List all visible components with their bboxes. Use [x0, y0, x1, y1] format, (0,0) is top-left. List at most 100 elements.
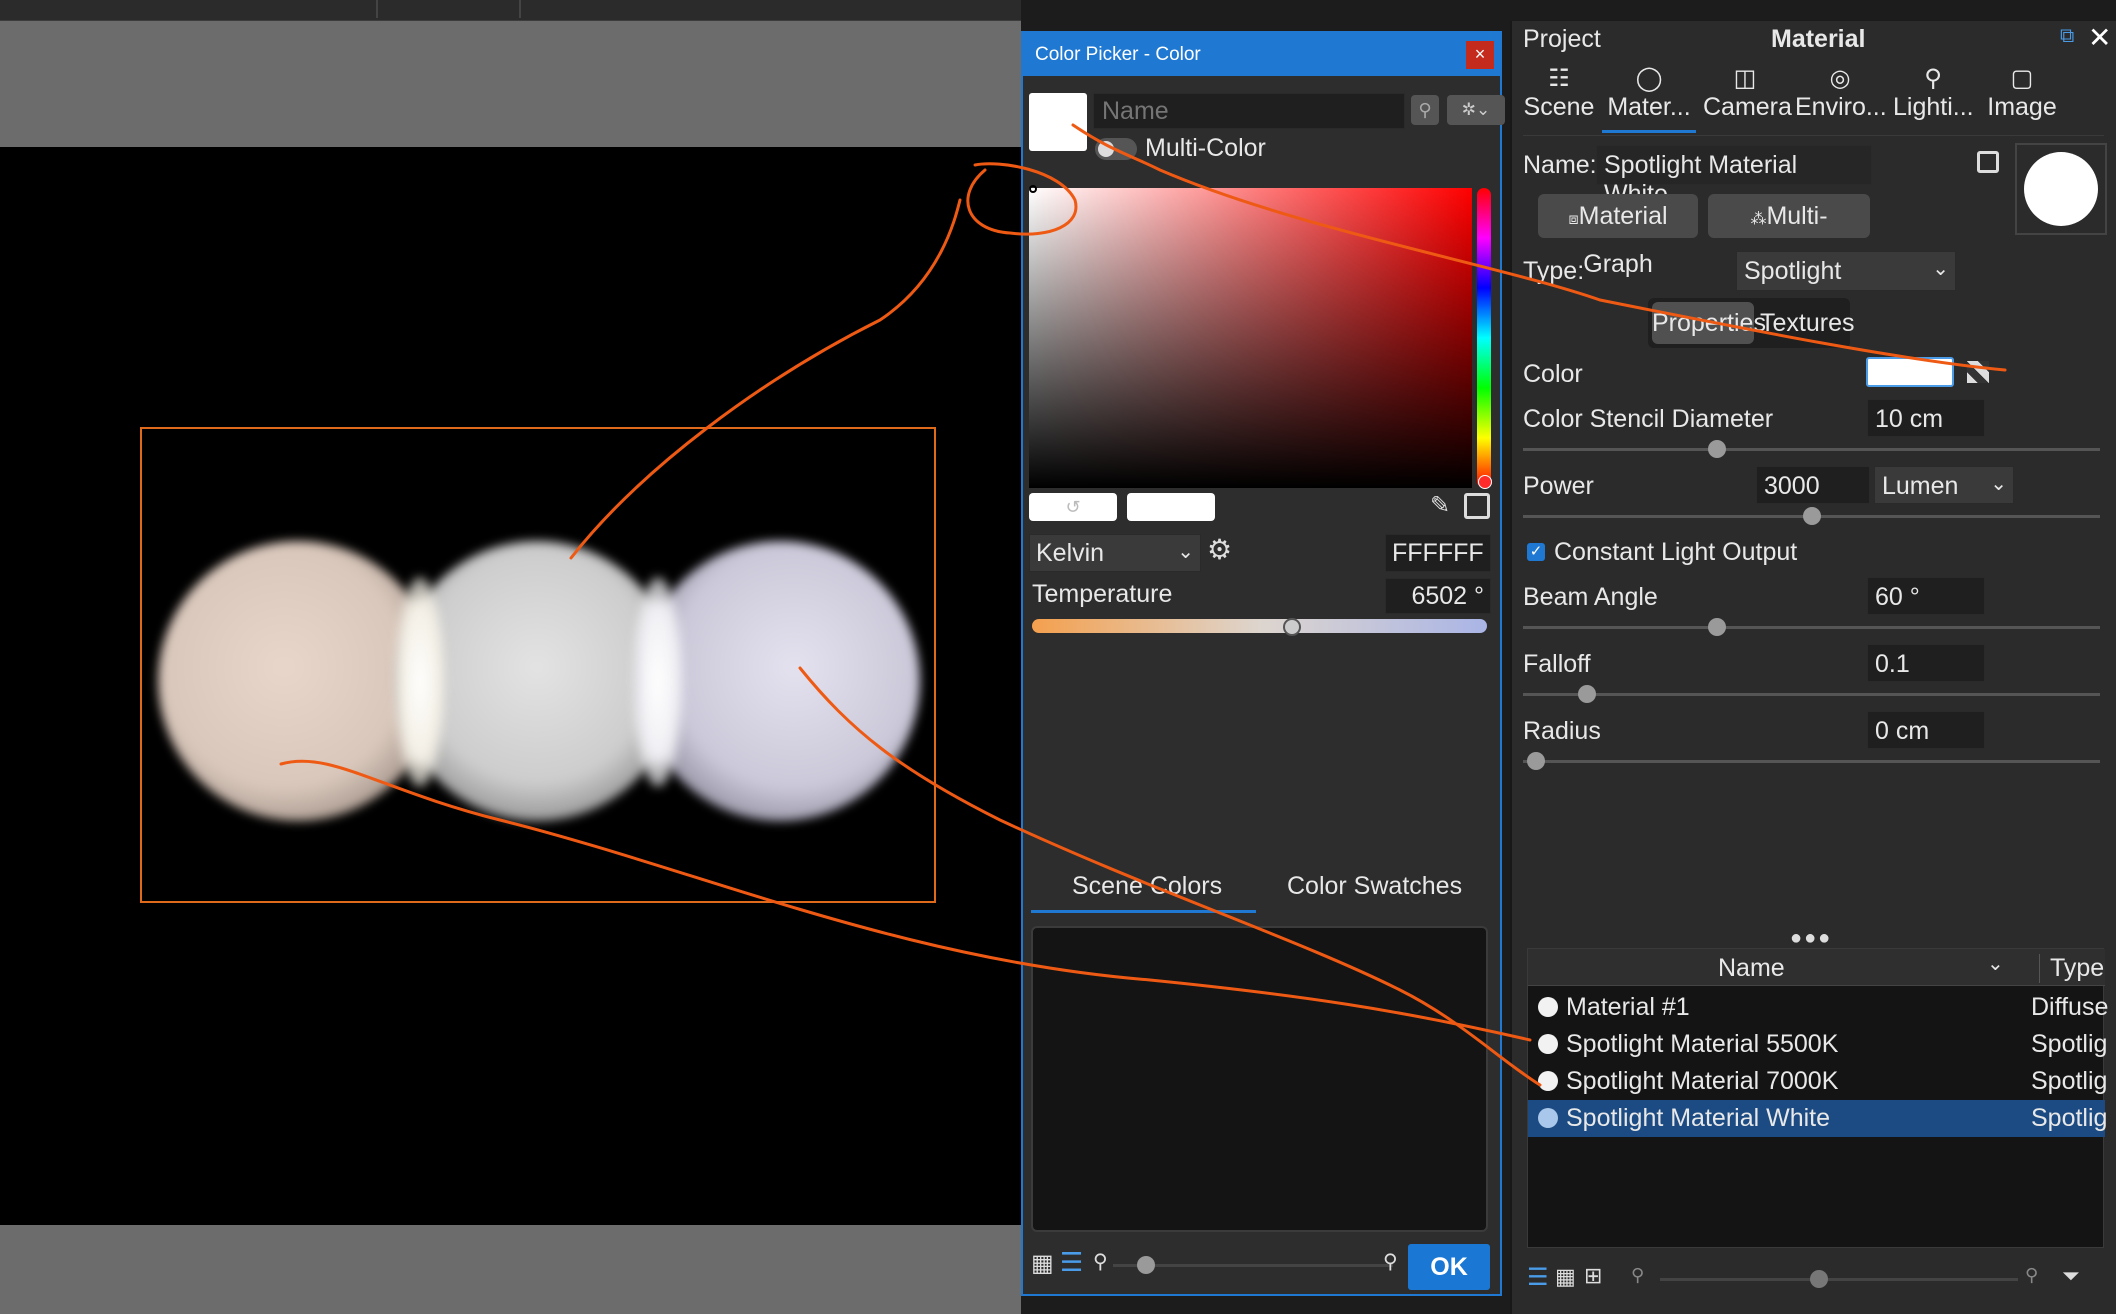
material-list[interactable]: Name ⌄ Type Material #1 Diffuse Spotligh…	[1527, 948, 2109, 1248]
gear-icon[interactable]: ⚙	[1207, 533, 1232, 566]
list-view-icon[interactable]: ☰	[1527, 1263, 1549, 1292]
tab-scene-colors[interactable]: Scene Colors	[1072, 872, 1222, 901]
falloff-input[interactable]: 0.1	[1867, 644, 1985, 682]
texture-icon[interactable]	[1967, 361, 1989, 383]
hex-input[interactable]: FFFFFF	[1385, 534, 1491, 572]
render-viewport[interactable]	[0, 21, 1021, 1314]
tab-scene[interactable]: ☷ Scene	[1523, 64, 1595, 122]
current-color-swatch[interactable]	[1029, 93, 1087, 151]
project-header: Project	[1523, 25, 1601, 53]
hue-slider-knob[interactable]	[1478, 475, 1492, 489]
tab-environment[interactable]: ◎ Enviro...	[1795, 64, 1887, 122]
stencil-diameter-input[interactable]: 10 cm	[1867, 399, 1985, 437]
thumbnail-size-slider[interactable]	[1113, 1264, 1393, 1267]
tab-material[interactable]: ◯ Mater...	[1602, 64, 1696, 122]
tab-label: Enviro...	[1795, 93, 1887, 121]
list-item-selected[interactable]: Spotlight Material White Spotlig	[1528, 1100, 2107, 1137]
color-name-input[interactable]	[1093, 93, 1405, 129]
beam-angle-slider[interactable]	[1523, 626, 2100, 629]
tab-image[interactable]: ▢ Image	[1983, 64, 2061, 122]
chevron-down-icon: ⌄	[1177, 541, 1194, 563]
beam-angle-input[interactable]: 60 °	[1867, 577, 1985, 615]
color-swatch-field[interactable]	[1866, 357, 1954, 387]
grid-view-icon[interactable]: ▦	[1031, 1249, 1054, 1278]
tab-color-swatches[interactable]: Color Swatches	[1287, 872, 1462, 901]
tab-textures[interactable]: Textures	[1760, 309, 1854, 338]
power-input[interactable]: 3000	[1756, 466, 1870, 504]
material-name: Spotlight Material 5500K	[1566, 1030, 1839, 1058]
material-name: Spotlight Material White	[1566, 1104, 1831, 1132]
falloff-slider-knob[interactable]	[1578, 685, 1596, 703]
saturation-value-area[interactable]	[1029, 188, 1472, 488]
zoom-in-icon[interactable]: ⚲	[1383, 1249, 1398, 1274]
constant-light-label: Constant Light Output	[1554, 538, 1798, 566]
camera-icon: ◫	[1733, 65, 1757, 92]
save-icon[interactable]	[1977, 151, 1999, 173]
zoom-in-icon[interactable]: ⚲	[2025, 1265, 2038, 1286]
type-label: Type:	[1523, 257, 1585, 285]
zoom-out-icon[interactable]: ⚲	[1093, 1249, 1108, 1274]
column-header-type[interactable]: Type	[2039, 954, 2104, 983]
stencil-diameter-slider[interactable]	[1523, 448, 2100, 451]
color-options-dropdown[interactable]: ✲⌄	[1447, 95, 1505, 125]
material-name-input[interactable]: Spotlight Material White	[1596, 145, 1872, 208]
close-icon[interactable]: ✕	[2088, 21, 2111, 54]
color-mode-select[interactable]: Kelvin ⌄	[1029, 534, 1201, 572]
chevron-down-icon: ⌄	[1990, 473, 2007, 495]
panel-splitter-handle[interactable]: ●●●	[1790, 927, 1832, 950]
radius-input[interactable]: 0 cm	[1867, 711, 1985, 749]
hue-slider[interactable]	[1477, 188, 1492, 489]
tree-view-icon[interactable]: ⊞	[1584, 1263, 1602, 1289]
tab-camera[interactable]: ◫ Camera	[1703, 64, 1792, 122]
radius-slider[interactable]	[1523, 760, 2100, 763]
tab-label: Mater...	[1607, 93, 1691, 121]
material-name: Material #1	[1566, 993, 1690, 1021]
revert-color-button[interactable]: ↺	[1029, 493, 1117, 521]
filter-icon[interactable]: ⏷	[2062, 1263, 2080, 1289]
dialog-titlebar[interactable]: Color Picker - Color ×	[1023, 33, 1500, 76]
material-preview[interactable]	[2015, 143, 2107, 235]
constant-light-checkbox[interactable]: ✓	[1527, 543, 1545, 561]
material-graph-button[interactable]: ⧈Material Graph	[1538, 194, 1698, 278]
save-swatch-icon[interactable]	[1464, 493, 1490, 519]
top-toolbar	[0, 0, 1021, 21]
multicolor-toggle[interactable]	[1095, 138, 1137, 160]
eyedropper-icon[interactable]: ✎	[1430, 491, 1456, 521]
list-item[interactable]: Spotlight Material 5500K Spotlig	[1528, 1026, 2107, 1063]
column-header-name[interactable]: Name	[1718, 954, 1785, 983]
radius-slider-knob[interactable]	[1527, 752, 1545, 770]
list-item[interactable]: Spotlight Material 7000K Spotlig	[1528, 1063, 2107, 1100]
list-view-icon[interactable]: ☰	[1060, 1247, 1083, 1278]
material-type: Diffuse	[2031, 993, 2109, 1021]
render-image[interactable]	[0, 147, 1021, 1225]
temperature-slider-knob[interactable]	[1283, 618, 1301, 636]
list-size-slider-knob[interactable]	[1810, 1270, 1828, 1288]
close-button[interactable]: ×	[1466, 41, 1494, 69]
multi-material-button[interactable]: ⁂Multi-Material	[1708, 194, 1870, 278]
tab-properties[interactable]: Properties	[1652, 302, 1766, 344]
link-icon[interactable]: ⚲	[1411, 95, 1439, 125]
falloff-slider[interactable]	[1523, 693, 2100, 696]
beam-angle-slider-knob[interactable]	[1708, 618, 1726, 636]
zoom-out-icon[interactable]: ⚲	[1631, 1265, 1644, 1286]
stencil-diameter-slider-knob[interactable]	[1708, 440, 1726, 458]
temperature-input[interactable]: 6502 °	[1385, 578, 1491, 614]
list-size-slider[interactable]	[1660, 1278, 2018, 1281]
toolbar-divider	[519, 0, 521, 18]
grid-view-icon[interactable]: ▦	[1555, 1264, 1576, 1290]
tab-lighting[interactable]: ⚲ Lighti...	[1893, 64, 1974, 122]
tab-label: Scene	[1523, 93, 1595, 121]
scene-colors-list[interactable]	[1031, 926, 1488, 1232]
list-item[interactable]: Material #1 Diffuse	[1528, 989, 2109, 1026]
ok-button[interactable]: OK	[1408, 1244, 1490, 1290]
falloff-label: Falloff	[1523, 650, 1591, 678]
pop-out-icon[interactable]: ⧉	[2060, 25, 2074, 48]
type-select[interactable]: Spotlight ⌄	[1736, 251, 1956, 291]
image-icon: ▢	[2010, 65, 2034, 92]
new-color-preview[interactable]	[1127, 493, 1215, 521]
power-unit-select[interactable]: Lumen ⌄	[1874, 466, 2014, 504]
power-slider-knob[interactable]	[1803, 507, 1821, 525]
thumbnail-size-slider-knob[interactable]	[1137, 1256, 1155, 1274]
temperature-slider[interactable]	[1032, 618, 1487, 636]
sort-chevron-icon[interactable]: ⌄	[1987, 951, 2004, 976]
